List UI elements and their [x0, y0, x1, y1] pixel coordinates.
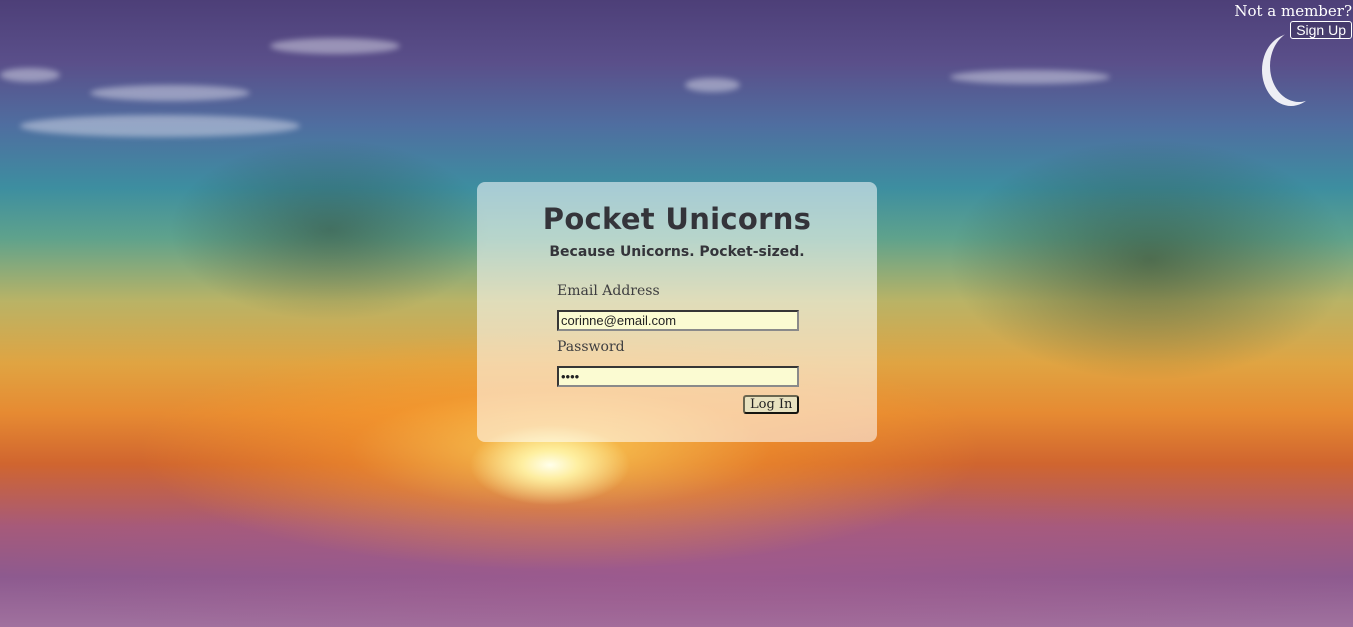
- not-member-text: Not a member?: [1234, 2, 1352, 20]
- login-panel: Pocket Unicorns Because Unicorns. Pocket…: [477, 182, 877, 442]
- app-title: Pocket Unicorns: [542, 202, 812, 236]
- login-button[interactable]: Log In: [743, 395, 800, 414]
- moon-icon: [1270, 30, 1328, 102]
- email-label: Email Address: [557, 283, 660, 299]
- cloud-decoration: [0, 68, 60, 82]
- cloud-decoration: [270, 38, 400, 54]
- cloud-decoration: [90, 85, 250, 101]
- signup-button[interactable]: Sign Up: [1290, 21, 1352, 39]
- cloud-decoration: [685, 78, 740, 92]
- password-label: Password: [557, 339, 625, 355]
- signup-prompt: Not a member? Sign Up: [1234, 2, 1352, 39]
- cloud-decoration: [950, 70, 1110, 84]
- cloud-decoration: [20, 115, 300, 137]
- email-field[interactable]: [557, 310, 799, 331]
- app-tagline: Because Unicorns. Pocket-sized.: [549, 244, 805, 260]
- password-field[interactable]: [557, 366, 799, 387]
